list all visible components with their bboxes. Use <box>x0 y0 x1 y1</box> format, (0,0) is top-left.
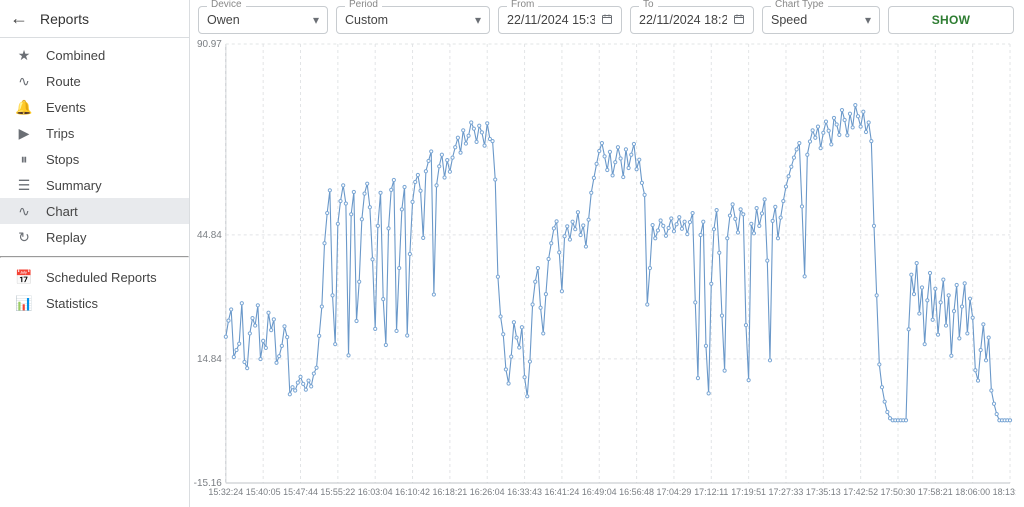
sidebar-item-label: Stops <box>46 152 79 167</box>
to-label: To <box>639 0 658 10</box>
svg-text:18:13:41: 18:13:41 <box>993 487 1016 497</box>
svg-text:16:18:21: 16:18:21 <box>432 487 467 497</box>
chart-type-label: Chart Type <box>771 0 828 10</box>
sidebar-item-label: Statistics <box>46 296 98 311</box>
device-select[interactable]: Device Owen ▾ <box>198 6 328 34</box>
svg-text:17:19:51: 17:19:51 <box>731 487 766 497</box>
sidebar-item-trips[interactable]: ▶ Trips <box>0 120 189 146</box>
dropdown-icon: ▾ <box>865 13 871 27</box>
sidebar-item-combined[interactable]: ★ Combined <box>0 42 189 68</box>
sidebar-item-route[interactable]: ∿ Route <box>0 68 189 94</box>
calendar-icon: 📅 <box>14 269 34 286</box>
period-label: Period <box>345 0 382 10</box>
replay-icon: ↻ <box>14 229 34 246</box>
svg-text:17:27:33: 17:27:33 <box>769 487 804 497</box>
svg-text:16:03:04: 16:03:04 <box>358 487 393 497</box>
to-datetime[interactable]: To 22/11/2024 18:20 <box>630 6 754 34</box>
sidebar-item-stops[interactable]: ⏸ Stops <box>0 146 189 172</box>
calendar-icon <box>733 13 745 28</box>
svg-text:17:42:52: 17:42:52 <box>843 487 878 497</box>
trend-icon: ∿ <box>14 73 34 90</box>
chart-type-select[interactable]: Chart Type Speed ▾ <box>762 6 880 34</box>
from-label: From <box>507 0 538 10</box>
svg-text:15:32:24: 15:32:24 <box>208 487 243 497</box>
svg-text:16:49:04: 16:49:04 <box>582 487 617 497</box>
bars-icon: 📊 <box>14 295 34 312</box>
page-title: Reports <box>40 11 89 27</box>
sidebar-item-stats[interactable]: 📊 Statistics <box>0 290 189 316</box>
svg-text:17:35:13: 17:35:13 <box>806 487 841 497</box>
sidebar-item-label: Trips <box>46 126 74 141</box>
svg-text:16:41:24: 16:41:24 <box>544 487 579 497</box>
svg-text:15:55:22: 15:55:22 <box>320 487 355 497</box>
pause-icon: ⏸ <box>14 151 34 168</box>
list-icon: ☰ <box>14 177 34 194</box>
sidebar-item-label: Replay <box>46 230 86 245</box>
play-icon: ▶ <box>14 125 34 142</box>
sidebar-item-label: Summary <box>46 178 102 193</box>
back-icon[interactable]: ← <box>10 8 28 29</box>
svg-text:15:47:44: 15:47:44 <box>283 487 318 497</box>
sidebar-item-label: Events <box>46 100 86 115</box>
svg-text:15:40:05: 15:40:05 <box>246 487 281 497</box>
svg-text:44.84: 44.84 <box>197 230 222 241</box>
svg-text:18:06:00: 18:06:00 <box>955 487 990 497</box>
show-button[interactable]: SHOW <box>888 6 1014 34</box>
svg-text:17:04:29: 17:04:29 <box>657 487 692 497</box>
calendar-icon <box>601 13 613 28</box>
svg-text:17:12:11: 17:12:11 <box>694 487 728 497</box>
speed-chart: 90.9744.8414.84-15.1615:32:2415:40:0515:… <box>190 38 1016 503</box>
star-icon: ★ <box>14 47 34 64</box>
svg-text:16:56:48: 16:56:48 <box>619 487 654 497</box>
bell-icon: 🔔 <box>14 99 34 116</box>
sidebar-item-scheduled[interactable]: 📅 Scheduled Reports <box>0 264 189 290</box>
svg-text:16:26:04: 16:26:04 <box>470 487 505 497</box>
sidebar-item-chart[interactable]: ∿ Chart <box>0 198 189 224</box>
from-datetime[interactable]: From 22/11/2024 15:30 <box>498 6 622 34</box>
svg-text:16:10:42: 16:10:42 <box>395 487 430 497</box>
sidebar-item-label: Chart <box>46 204 78 219</box>
sidebar-item-label: Scheduled Reports <box>46 270 157 285</box>
svg-text:17:50:30: 17:50:30 <box>881 487 916 497</box>
svg-text:90.97: 90.97 <box>197 39 222 50</box>
period-select[interactable]: Period Custom ▾ <box>336 6 490 34</box>
sidebar-item-label: Combined <box>46 48 105 63</box>
svg-text:14.84: 14.84 <box>197 354 222 365</box>
sidebar-item-replay[interactable]: ↻ Replay <box>0 224 189 250</box>
svg-text:16:33:43: 16:33:43 <box>507 487 542 497</box>
device-label: Device <box>207 0 246 10</box>
dropdown-icon: ▾ <box>313 13 319 27</box>
reports-sidebar: ← Reports ★ Combined ∿ Route 🔔 Events ▶ Trips ⏸ S… <box>0 0 190 507</box>
sidebar-item-label: Route <box>46 74 81 89</box>
svg-text:17:58:21: 17:58:21 <box>918 487 953 497</box>
sidebar-item-events[interactable]: 🔔 Events <box>0 94 189 120</box>
trend-icon: ∿ <box>14 203 34 220</box>
nav-divider <box>0 256 189 258</box>
chart-toolbar: Device Owen ▾ Period Custom ▾ From 22/11… <box>190 0 1024 36</box>
sidebar-item-summary[interactable]: ☰ Summary <box>0 172 189 198</box>
dropdown-icon: ▾ <box>475 13 481 27</box>
